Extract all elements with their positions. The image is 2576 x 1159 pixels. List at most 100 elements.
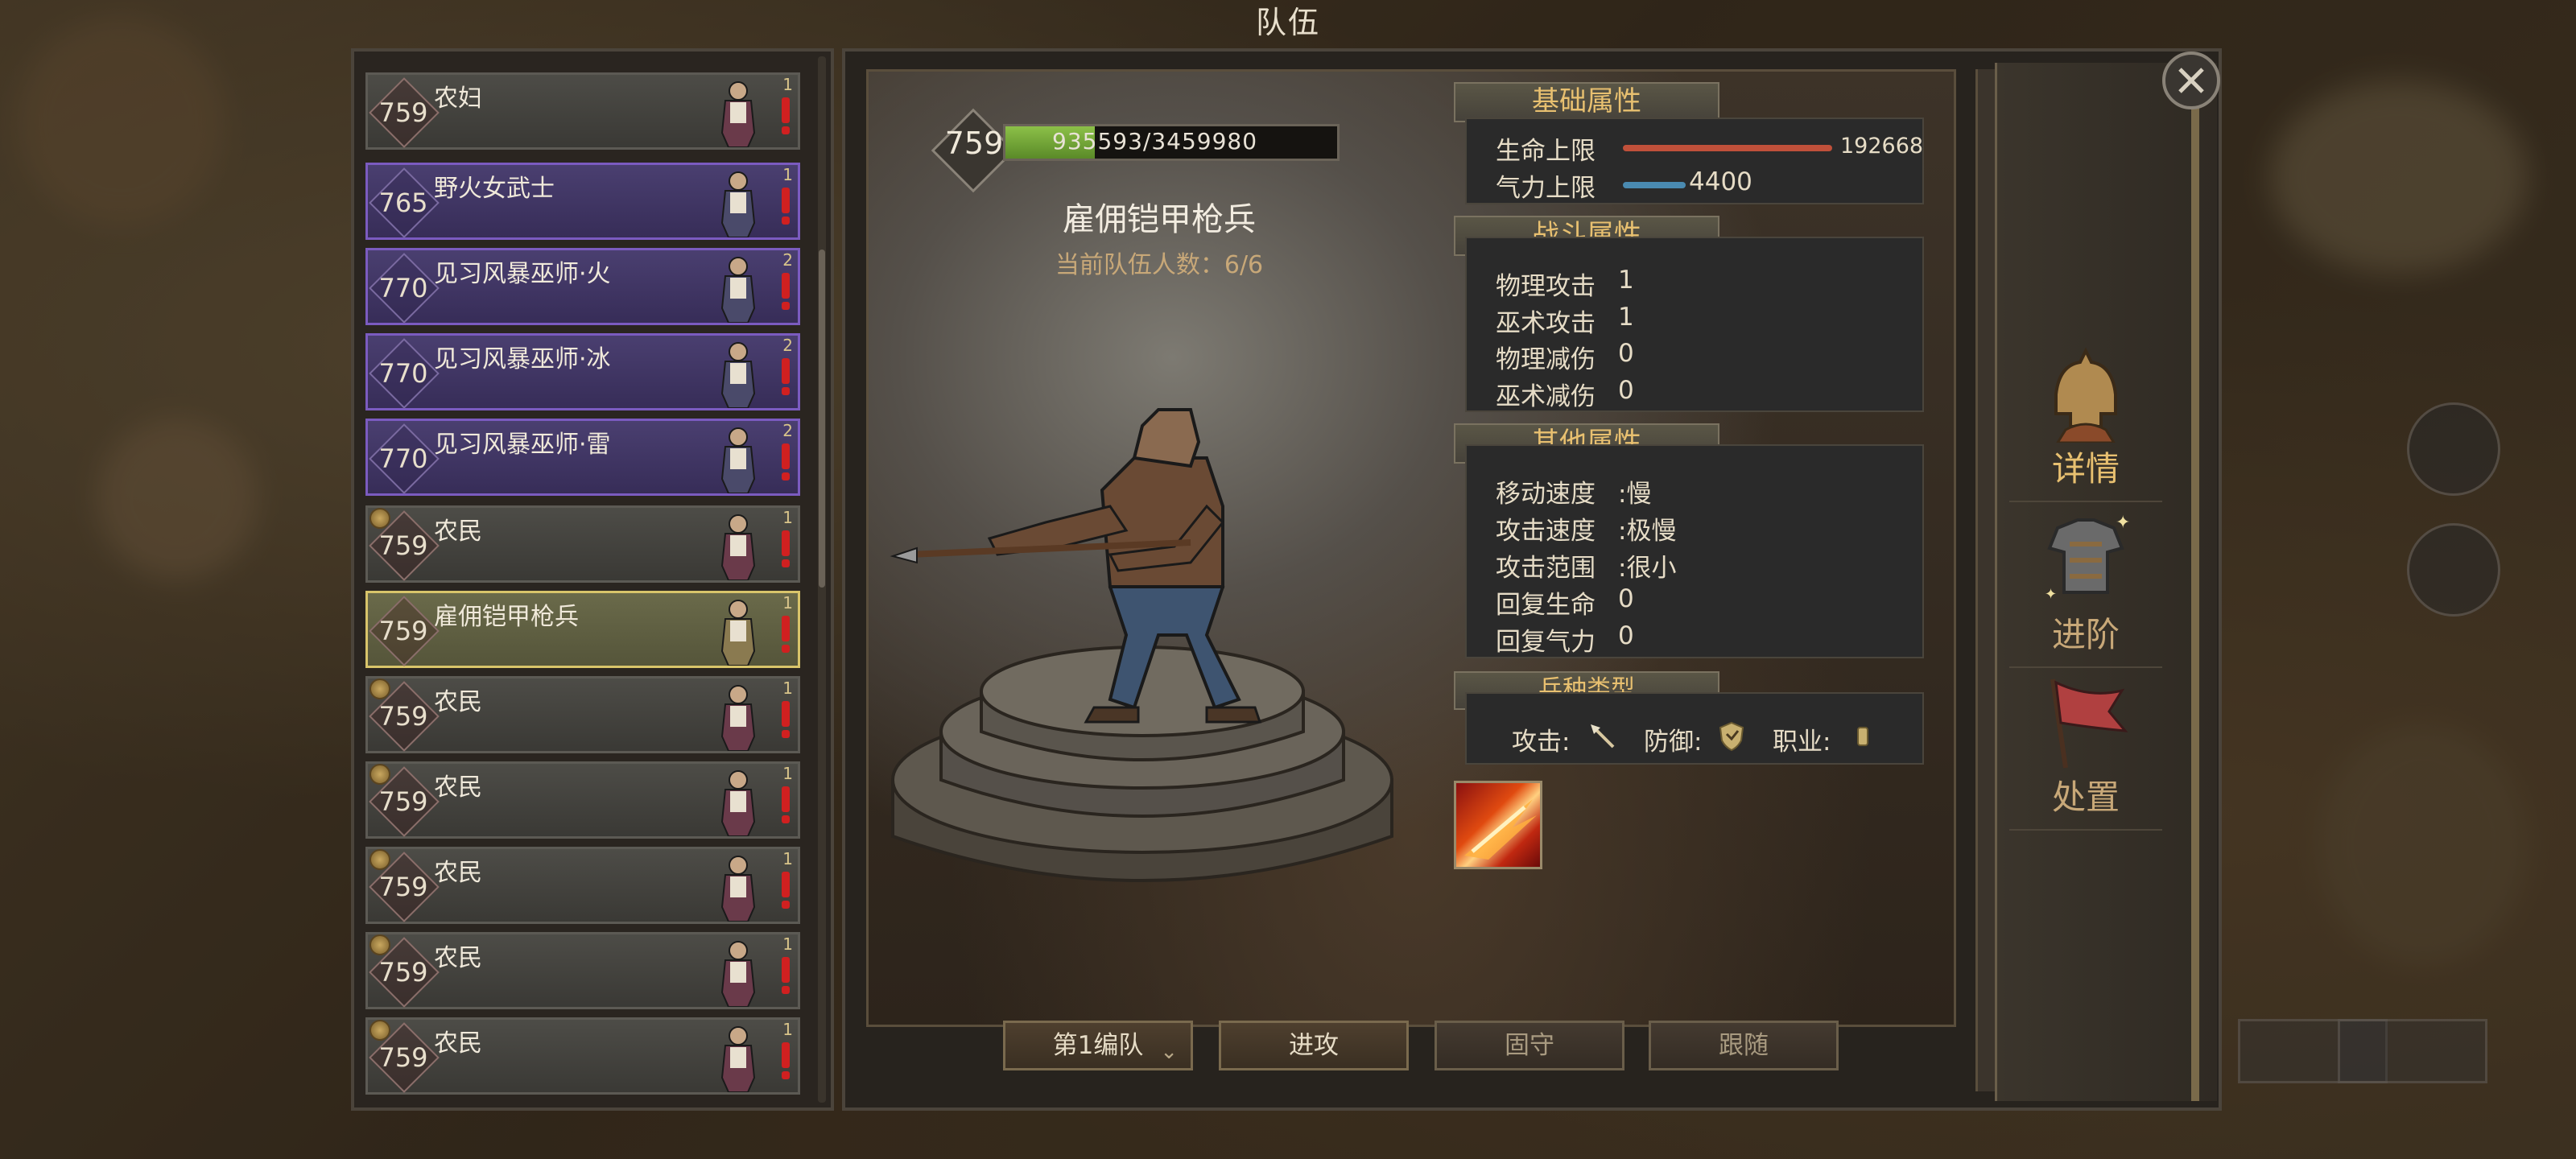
scrollbar-thumb[interactable]	[819, 250, 825, 588]
roster-name: 农民	[434, 1029, 482, 1058]
alert-icon	[782, 616, 790, 653]
stat-value: 0	[1618, 339, 1634, 368]
roster-count: 1	[782, 764, 793, 783]
alert-icon	[782, 97, 790, 134]
svg-text:✦: ✦	[2116, 513, 2130, 533]
alert-icon	[782, 443, 790, 481]
tab-label: 处置	[2051, 777, 2120, 817]
unit-portrait-icon	[720, 1026, 756, 1092]
roster-name: 见习风暴巫师·雷	[434, 431, 611, 459]
unit-portrait-icon	[720, 600, 756, 666]
squad-select[interactable]: 第1编队 ⌄	[1003, 1021, 1193, 1070]
roster-list[interactable]: 759 农妇 1 765 野火女武士 1 770 见习风暴巫师·火 2 770 见习风暴巫师·冰 2 7…	[351, 48, 834, 1111]
roster-card[interactable]: 770 见习风暴巫师·雷 2	[365, 419, 800, 496]
roster-level: 759	[378, 616, 428, 646]
xp-bar: 935593/3459980	[1003, 124, 1340, 161]
roster-card[interactable]: 759 农民 1	[365, 761, 800, 839]
roster-card[interactable]: 765 野火女武士 1	[365, 163, 800, 240]
unit-portrait-icon	[720, 685, 756, 751]
mp-bar	[1623, 182, 1686, 188]
roster-name: 农民	[434, 859, 482, 887]
roster-card[interactable]: 759 农民 1	[365, 932, 800, 1009]
alert-icon	[782, 273, 790, 310]
roster-card[interactable]: 759 农民 1	[365, 505, 800, 583]
roster-name: 雇佣铠甲枪兵	[434, 603, 579, 631]
mp-value: 4400	[1689, 167, 1752, 196]
class-icon	[1857, 727, 1868, 746]
tab-divider	[2009, 666, 2162, 668]
shield-icon	[1719, 721, 1744, 752]
alert-icon	[782, 358, 790, 395]
stat-label: 攻击范围	[1496, 554, 1596, 583]
roster-card[interactable]: 770 见习风暴巫师·火 2	[365, 248, 800, 325]
alert-icon	[782, 188, 790, 225]
stat-label: 物理攻击	[1496, 272, 1596, 301]
roster-card[interactable]: 770 见习风暴巫师·冰 2	[365, 333, 800, 410]
basic-attributes-header: 基础属性	[1454, 82, 1719, 122]
attack-button[interactable]: 进攻	[1219, 1021, 1409, 1070]
roster-name: 农民	[434, 688, 482, 716]
roster-count: 1	[782, 593, 793, 612]
squad-select-label: 第1编队	[1052, 1031, 1144, 1060]
stat-value: 1	[1618, 302, 1634, 332]
unit-portrait-icon	[720, 427, 756, 493]
window-title: 队伍	[1255, 5, 1320, 40]
close-button[interactable]	[2162, 52, 2220, 109]
stat-label: 物理减伤	[1496, 345, 1596, 374]
roster-card[interactable]: 759 农妇 1	[365, 72, 800, 150]
roster-level: 770	[378, 273, 428, 303]
stat-label: 攻击速度	[1496, 517, 1596, 546]
team-count: 当前队伍人数：6/6	[1055, 251, 1264, 279]
mp-label: 气力上限	[1496, 174, 1596, 203]
skill-slot[interactable]	[1454, 781, 1542, 869]
stat-value: 0	[1618, 621, 1634, 650]
roster-scrollbar[interactable]	[818, 56, 826, 1103]
hold-button[interactable]: 固守	[1435, 1021, 1624, 1070]
helmet-icon	[2054, 347, 2117, 443]
tab-advance[interactable]: ✦ ✦ 进阶	[2001, 512, 2170, 668]
background-button	[2407, 402, 2500, 496]
follow-button[interactable]: 跟随	[1649, 1021, 1839, 1070]
roster-card[interactable]: 759 农民 1	[365, 1017, 800, 1095]
roster-name: 野火女武士	[434, 175, 555, 203]
roster-count: 2	[782, 250, 793, 270]
chevron-down-icon: ⌄	[1160, 1040, 1178, 1064]
unit-portrait-icon	[720, 514, 756, 580]
tab-details[interactable]: 详情	[2001, 346, 2170, 502]
stat-label: 巫术攻击	[1496, 308, 1596, 338]
roster-level: 759	[378, 701, 428, 732]
alert-icon	[782, 530, 790, 567]
roster-card[interactable]: 759 农民 1	[365, 847, 800, 924]
roster-count: 1	[782, 508, 793, 527]
attack-type-label: 攻击:	[1512, 728, 1571, 757]
roster-name: 见习风暴巫师·火	[434, 260, 611, 288]
roster-name: 见习风暴巫师·冰	[434, 345, 611, 373]
roster-count: 1	[782, 934, 793, 954]
roster-name: 农民	[434, 773, 482, 802]
flag-icon	[2050, 678, 2128, 769]
roster-level: 759	[378, 530, 428, 561]
hp-value: 192668	[1840, 134, 1924, 159]
unit-portrait-icon	[720, 342, 756, 408]
roster-card[interactable]: 759 雇佣铠甲枪兵 1	[365, 591, 800, 668]
unit-name: 雇佣铠甲枪兵	[1063, 201, 1256, 238]
close-icon	[2178, 68, 2204, 93]
alert-icon	[782, 872, 790, 909]
roster-count: 1	[782, 849, 793, 868]
roster-card[interactable]: 759 农民 1	[365, 676, 800, 753]
hp-bar	[1623, 145, 1832, 151]
roster-count: 1	[782, 75, 793, 94]
stat-value: :很小	[1618, 554, 1677, 583]
tab-label: 详情	[2051, 449, 2120, 489]
roster-level: 765	[378, 188, 428, 218]
roster-level: 759	[378, 1042, 428, 1073]
alert-icon	[782, 786, 790, 823]
tab-divider	[2009, 501, 2162, 502]
background-button	[2338, 1019, 2487, 1083]
hp-label: 生命上限	[1496, 137, 1596, 166]
unit-portrait-icon	[720, 770, 756, 836]
fire-slash-icon	[1464, 799, 1537, 860]
stat-label: 回复生命	[1496, 591, 1596, 620]
roster-name: 农妇	[434, 85, 482, 113]
tab-dispose[interactable]: 处置	[2001, 674, 2170, 831]
